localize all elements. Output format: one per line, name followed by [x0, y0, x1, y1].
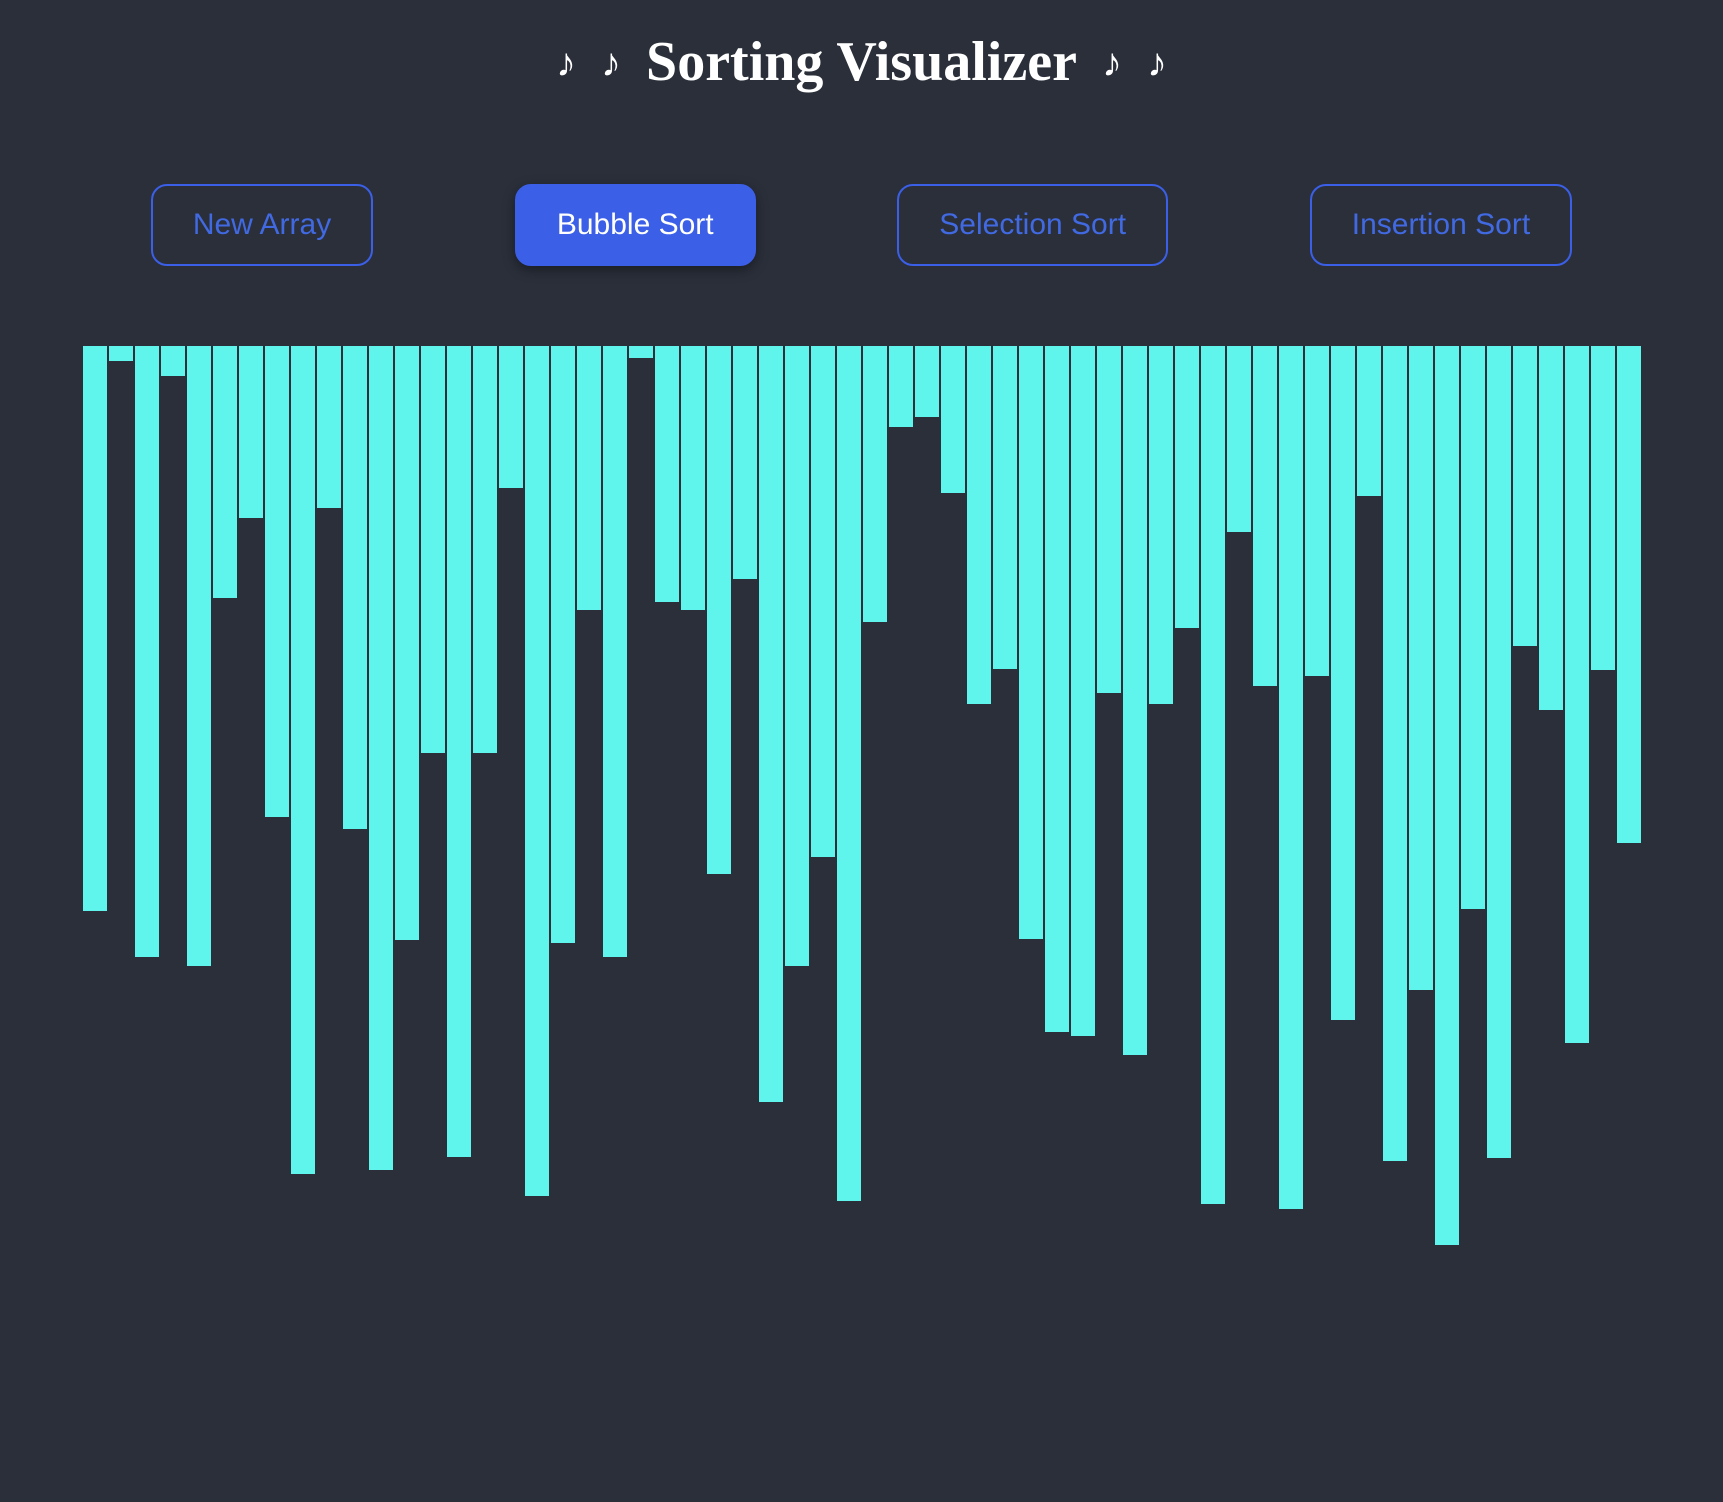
- bar: [863, 346, 887, 622]
- music-note-icon: ♪: [601, 39, 621, 86]
- bar: [785, 346, 809, 966]
- bar: [837, 346, 861, 1201]
- bar: [1435, 346, 1459, 1245]
- bar: [369, 346, 393, 1170]
- bar: [291, 346, 315, 1174]
- bar: [1097, 346, 1121, 693]
- bar: [967, 346, 991, 704]
- bar: [83, 346, 107, 911]
- bar: [161, 346, 185, 376]
- music-note-icon: ♪: [1147, 39, 1167, 86]
- page-title: ♪ ♪ Sorting Visualizer ♪ ♪: [556, 30, 1167, 94]
- bar: [681, 346, 705, 610]
- bar: [239, 346, 263, 518]
- bar: [1279, 346, 1303, 1209]
- bar: [629, 346, 653, 358]
- bar: [395, 346, 419, 940]
- bar: [1227, 346, 1251, 532]
- bar: [1045, 346, 1069, 1032]
- bar: [525, 346, 549, 1196]
- bubble-sort-button[interactable]: Bubble Sort: [515, 184, 756, 266]
- bar: [1123, 346, 1147, 1055]
- bar: [1071, 346, 1095, 1036]
- bar: [421, 346, 445, 753]
- bar: [1591, 346, 1615, 670]
- bar: [187, 346, 211, 966]
- bar: [473, 346, 497, 753]
- bar: [1331, 346, 1355, 1020]
- bar: [915, 346, 939, 417]
- bar: [1175, 346, 1199, 628]
- bar: [1565, 346, 1589, 1043]
- controls-bar: New Array Bubble Sort Selection Sort Ins…: [0, 124, 1723, 346]
- bar: [941, 346, 965, 493]
- bar: [1019, 346, 1043, 939]
- bar: [811, 346, 835, 857]
- title-text: Sorting Visualizer: [646, 30, 1077, 94]
- bar: [135, 346, 159, 957]
- bar: [1253, 346, 1277, 686]
- music-note-icon: ♪: [1102, 39, 1122, 86]
- bar: [1305, 346, 1329, 676]
- bar: [733, 346, 757, 579]
- bar: [317, 346, 341, 508]
- bar: [1149, 346, 1173, 704]
- bar: [109, 346, 133, 361]
- bar: [1357, 346, 1381, 496]
- header: ♪ ♪ Sorting Visualizer ♪ ♪: [0, 0, 1723, 124]
- bar: [213, 346, 237, 598]
- bar: [343, 346, 367, 829]
- bar: [265, 346, 289, 817]
- bar: [577, 346, 601, 610]
- bar: [993, 346, 1017, 669]
- new-array-button[interactable]: New Array: [151, 184, 373, 266]
- visualization-area: [0, 346, 1723, 1245]
- bar: [759, 346, 783, 1102]
- bar: [1201, 346, 1225, 1204]
- bar: [655, 346, 679, 602]
- bar: [499, 346, 523, 488]
- bar: [1461, 346, 1485, 909]
- bar: [551, 346, 575, 943]
- bar: [1539, 346, 1563, 710]
- bar: [1617, 346, 1641, 843]
- bar: [707, 346, 731, 874]
- bar: [447, 346, 471, 1157]
- selection-sort-button[interactable]: Selection Sort: [897, 184, 1168, 266]
- bar: [1383, 346, 1407, 1161]
- music-note-icon: ♪: [556, 39, 576, 86]
- bar: [1513, 346, 1537, 646]
- bar: [1487, 346, 1511, 1158]
- bar: [603, 346, 627, 957]
- bar: [889, 346, 913, 427]
- insertion-sort-button[interactable]: Insertion Sort: [1310, 184, 1572, 266]
- bars-container: [83, 346, 1641, 1245]
- bar: [1409, 346, 1433, 990]
